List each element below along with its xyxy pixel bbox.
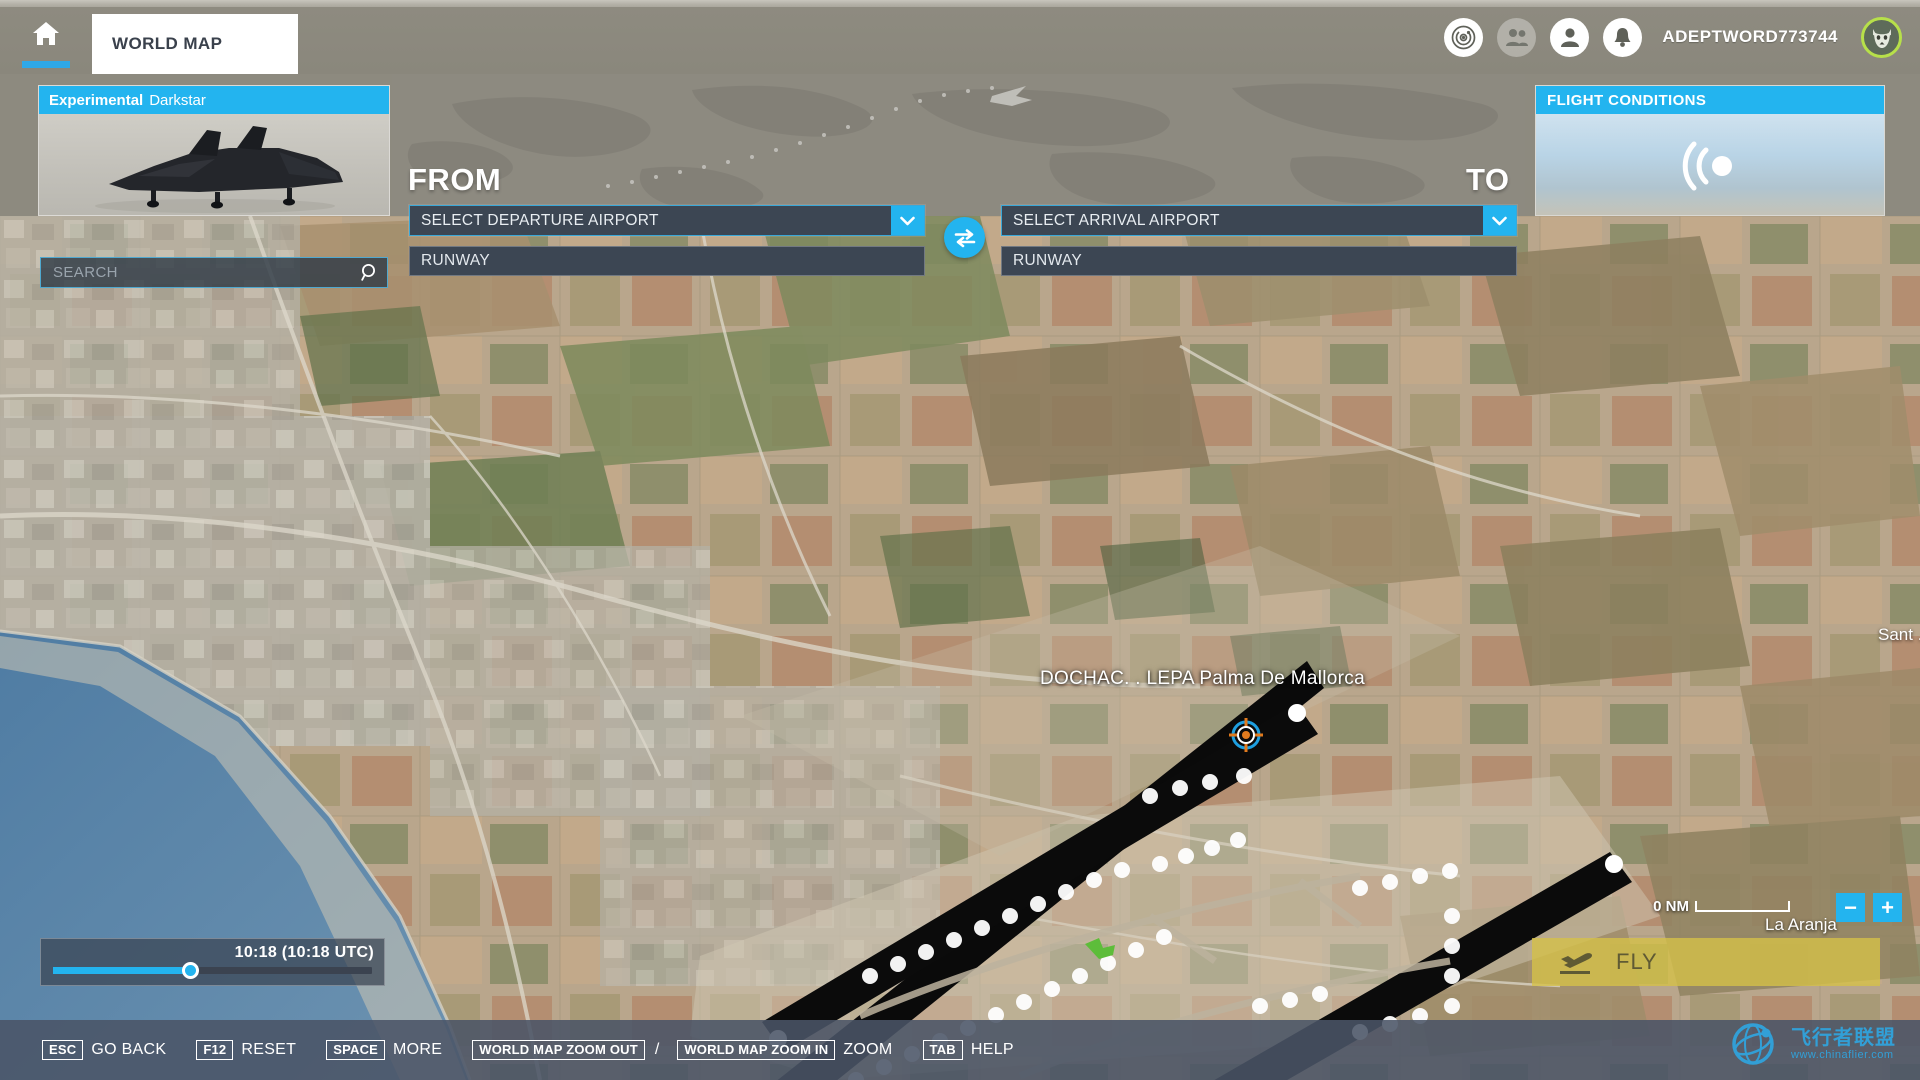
wolf-avatar-icon	[1872, 29, 1891, 48]
top-bar: WORLD MAP ADEPTWORD773744	[0, 0, 1920, 74]
topbar-right-cluster: ADEPTWORD773744	[1444, 0, 1902, 74]
arrival-runway-value: RUNWAY	[1013, 252, 1082, 269]
watermark-url: www.chinaflier.com	[1791, 1048, 1894, 1061]
radar-icon[interactable]	[1444, 17, 1484, 57]
hotkey-key: ESC	[42, 1040, 84, 1060]
time-of-day-slider[interactable]: 10:18 (10:18 UTC)	[40, 938, 385, 986]
swap-arrows-icon	[954, 228, 975, 247]
chevron-down-icon[interactable]	[1483, 206, 1516, 235]
hotkey-key-zoom-out: WORLD MAP ZOOM OUT	[472, 1040, 645, 1060]
hotkey-bar: ESC GO BACK F12 RESET SPACE MORE WORLD M…	[0, 1020, 1920, 1080]
fly-button[interactable]: FLY	[1532, 938, 1880, 986]
hotkey-label: HELP	[970, 1041, 1014, 1058]
hotkey-key: SPACE	[326, 1040, 386, 1060]
hotkey-label: ZOOM	[843, 1041, 893, 1058]
zoom-out-button[interactable]: −	[1836, 893, 1865, 922]
arrival-airport-select[interactable]: SELECT ARRIVAL AIRPORT	[1001, 205, 1517, 236]
hotkey-separator: /	[654, 1041, 660, 1058]
hotkey-key-zoom-in: WORLD MAP ZOOM IN	[677, 1040, 836, 1060]
chevron-down-icon[interactable]	[891, 206, 924, 235]
flight-planner-bar: FROM TO SELECT DEPARTURE AIRPORT RUNWAY …	[0, 74, 1920, 276]
time-slider-handle[interactable]	[182, 962, 200, 979]
tab-world-map-label: WORLD MAP	[112, 34, 223, 53]
crosshair-marker-icon	[1229, 718, 1263, 752]
fly-button-label: FLY	[1616, 949, 1658, 974]
map-scale: 0 NM	[1653, 898, 1790, 915]
hotkey-key: F12	[196, 1040, 234, 1060]
hotkey-help[interactable]: TAB HELP	[922, 1040, 1014, 1060]
notifications-icon[interactable]	[1603, 17, 1643, 57]
watermark-title: 飞行者联盟	[1791, 1026, 1896, 1049]
hotkey-key: TAB	[922, 1040, 963, 1060]
hotkey-more[interactable]: SPACE MORE	[326, 1040, 442, 1060]
world-map-screen: DOCHAC. . LEPA Palma De Mallorca Sant . …	[0, 0, 1920, 1080]
main-tabs: WORLD MAP	[0, 0, 298, 74]
zoom-in-button[interactable]: +	[1873, 893, 1902, 922]
search-input[interactable]: SEARCH	[41, 264, 353, 281]
username-label: ADEPTWORD773744	[1662, 27, 1838, 46]
arrival-runway-field[interactable]: RUNWAY	[1001, 246, 1517, 276]
tab-home[interactable]	[0, 0, 92, 74]
swap-airports-button[interactable]	[944, 217, 985, 258]
airport-map-label: DOCHAC. . LEPA Palma De Mallorca	[1040, 668, 1365, 689]
arrival-airport-value: SELECT ARRIVAL AIRPORT	[1013, 211, 1220, 229]
hotkey-label: GO BACK	[91, 1041, 167, 1058]
tab-home-indicator	[22, 61, 70, 68]
time-slider-fill	[53, 967, 191, 974]
hotkey-label: RESET	[241, 1041, 297, 1058]
friends-icon[interactable]	[1497, 17, 1537, 57]
map-zoom-controls: − +	[1836, 893, 1902, 922]
time-slider-track[interactable]	[53, 962, 372, 979]
planner-background	[392, 74, 1525, 216]
time-value-label: 10:18 (10:18 UTC)	[234, 944, 374, 961]
watermark-text: 飞行者联盟 www.chinaflier.com	[1791, 1027, 1896, 1061]
map-scale-bar	[1695, 901, 1790, 912]
place-label-aranja: La Aranja	[1765, 915, 1837, 934]
hotkey-zoom[interactable]: WORLD MAP ZOOM OUT / WORLD MAP ZOOM IN Z…	[472, 1040, 892, 1060]
site-watermark: 飞行者联盟 www.chinaflier.com	[1725, 1016, 1896, 1072]
departure-runway-value: RUNWAY	[421, 252, 490, 269]
avatar[interactable]	[1861, 16, 1902, 58]
to-label: TO	[1466, 162, 1510, 197]
hotkey-go-back[interactable]: ESC GO BACK	[42, 1040, 166, 1060]
map-search-box[interactable]: SEARCH	[40, 257, 388, 288]
place-label-sant: Sant .	[1878, 625, 1920, 644]
profile-icon[interactable]	[1550, 17, 1590, 57]
tab-world-map[interactable]: WORLD MAP	[92, 14, 298, 74]
from-label: FROM	[408, 162, 502, 197]
hotkey-reset[interactable]: F12 RESET	[196, 1040, 296, 1060]
home-icon	[33, 21, 59, 45]
takeoff-plane-icon	[1560, 953, 1592, 974]
hotkey-label: MORE	[393, 1041, 443, 1058]
world-map-decoration	[392, 74, 1525, 216]
departure-runway-field[interactable]: RUNWAY	[409, 246, 925, 276]
departure-airport-value: SELECT DEPARTURE AIRPORT	[421, 211, 659, 229]
departure-airport-select[interactable]: SELECT DEPARTURE AIRPORT	[409, 205, 925, 236]
search-icon[interactable]	[353, 263, 387, 282]
map-scale-value: 0 NM	[1653, 898, 1689, 915]
globe-icon	[1732, 1023, 1774, 1065]
